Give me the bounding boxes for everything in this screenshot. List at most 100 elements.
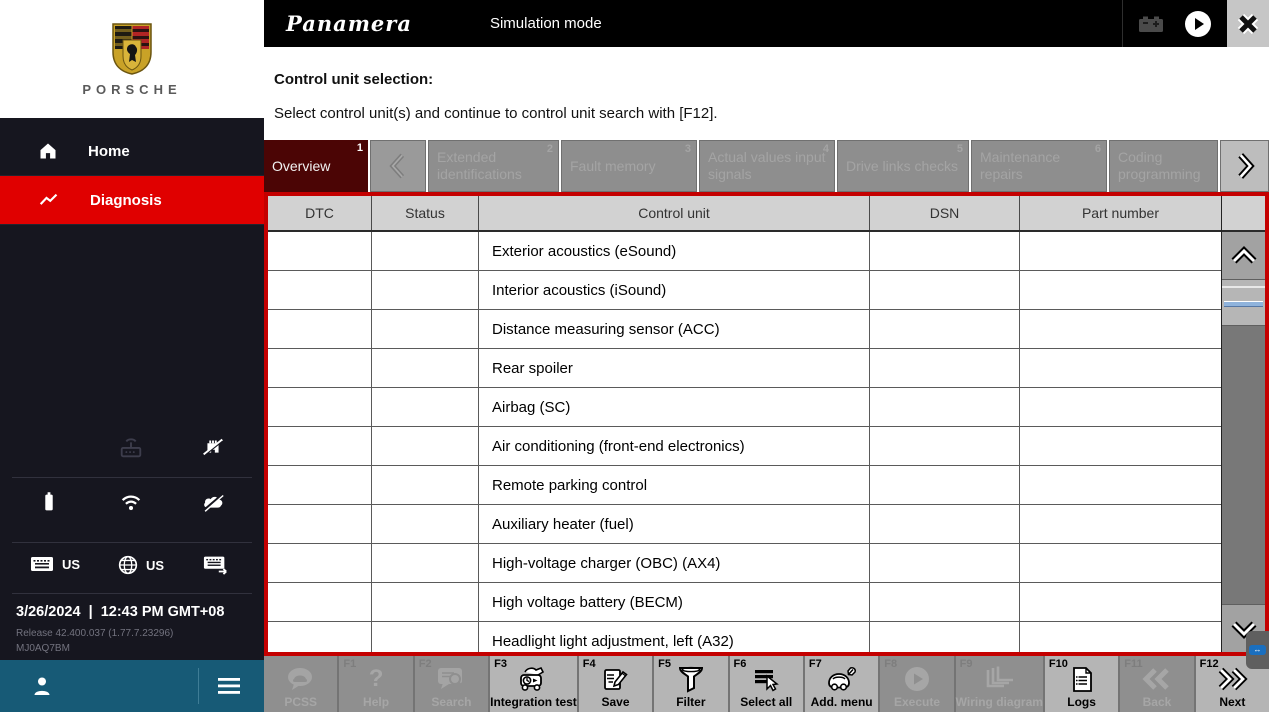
- control-unit-cell: Exterior acoustics (eSound): [479, 232, 870, 270]
- wiring-diagram-icon: [986, 666, 1014, 688]
- table-row[interactable]: Auxiliary heater (fuel): [268, 505, 1221, 544]
- ethernet-disconnected-icon: [203, 438, 223, 457]
- column-header-status: Status: [372, 196, 479, 230]
- integration-test-button[interactable]: F3 Integration test: [490, 656, 579, 712]
- scroll-up-button[interactable]: [1222, 232, 1265, 280]
- menu-icon[interactable]: [216, 676, 242, 696]
- top-bar: Panamera Simulation mode: [264, 0, 1269, 47]
- wifi-icon: [121, 495, 141, 511]
- table-row[interactable]: Distance measuring sensor (ACC): [268, 310, 1221, 349]
- execute-button: F8 Execute: [880, 656, 956, 712]
- vehicle-model-title: Panamera: [286, 11, 412, 36]
- chevron-up-icon: [1231, 245, 1256, 263]
- tab-number: 6: [1094, 143, 1101, 155]
- tabs-scroll-left-button[interactable]: [370, 140, 426, 192]
- column-header-dtc: DTC: [268, 196, 372, 230]
- play-session-icon[interactable]: [1183, 9, 1213, 39]
- control-unit-cell: Auxiliary heater (fuel): [479, 505, 870, 543]
- column-header-part-number: Part number: [1081, 205, 1160, 221]
- page-header: Control unit selection: Select control u…: [264, 47, 1269, 140]
- table-row[interactable]: Remote parking control: [268, 466, 1221, 505]
- battery-icon: [45, 492, 53, 511]
- control-unit-cell: Rear spoiler: [479, 349, 870, 387]
- double-chevron-left-icon: [1142, 668, 1169, 690]
- table-row[interactable]: Headlight light adjustment, left (A32): [268, 622, 1221, 652]
- porsche-crest-icon: [112, 22, 152, 75]
- sidebar-item-diagnosis[interactable]: Diagnosis: [0, 176, 264, 225]
- input-switch-button[interactable]: [203, 555, 237, 575]
- page-instruction: Select control unit(s) and continue to c…: [274, 105, 718, 122]
- table-row[interactable]: Rear spoiler: [268, 349, 1221, 388]
- porsche-wordmark: PORSCHE: [82, 81, 182, 97]
- control-unit-table-frame: DTC Status Control unit DSN Part number …: [264, 192, 1269, 656]
- sidebar-item-home[interactable]: Home: [0, 127, 264, 176]
- save-button[interactable]: F4 Save: [578, 656, 655, 712]
- keyboard-switch-icon: [203, 556, 227, 575]
- sidebar: PORSCHE Home Diagnosis US US 3/26/2024 |…: [0, 0, 264, 712]
- table-row[interactable]: High voltage battery (BECM): [268, 583, 1221, 622]
- table-row[interactable]: Exterior acoustics (eSound): [268, 232, 1221, 271]
- language-indicator[interactable]: US: [118, 555, 164, 575]
- remote-access-badge[interactable]: ↔: [1246, 631, 1269, 669]
- keyboard-layout-label: US: [62, 556, 81, 572]
- table-row[interactable]: Airbag (SC): [268, 388, 1221, 427]
- filter-button[interactable]: F5 Filter: [654, 656, 730, 712]
- select-all-button[interactable]: F6 Select all: [729, 656, 805, 712]
- column-header-dsn: DSN: [870, 196, 1020, 230]
- column-header-control-unit: Control unit: [479, 196, 870, 230]
- page-title: Control unit selection:: [274, 71, 434, 88]
- control-unit-cell: Interior acoustics (iSound): [479, 271, 870, 309]
- tab-number: 1: [356, 142, 363, 154]
- help-button: F1 ? Help: [339, 656, 415, 712]
- diagnosis-pulse-icon: [39, 193, 58, 205]
- scrollbar-track[interactable]: [1222, 326, 1265, 604]
- save-doc-pencil-icon: [604, 668, 629, 690]
- table-header-row: DTC Status Control unit DSN Part number: [268, 196, 1221, 232]
- chevron-right-icon: [1237, 153, 1255, 179]
- language-label: US: [146, 557, 165, 573]
- logs-doc-icon: [1072, 666, 1092, 692]
- pcss-button: PCSS: [264, 656, 340, 712]
- table-row[interactable]: High-voltage charger (OBC) (AX4): [268, 544, 1221, 583]
- tab-number: 4: [822, 143, 829, 155]
- control-unit-table: DTC Status Control unit DSN Part number …: [268, 196, 1221, 652]
- tabs-scroll-right-button[interactable]: [1220, 140, 1269, 192]
- help-icon: ?: [368, 665, 384, 692]
- tab-drive-links-checks: Drive links checks 5: [837, 140, 969, 192]
- footer-divider: [198, 668, 199, 704]
- select-all-icon: [755, 670, 780, 692]
- home-icon: [40, 143, 56, 159]
- datetime-line: 3/26/2024 | 12:43 PM GMT+08: [16, 604, 225, 620]
- table-scrollbar: [1221, 196, 1265, 652]
- play-circle-icon: [904, 667, 929, 691]
- sidebar-item-label: Home: [88, 142, 130, 160]
- double-chevron-right-icon: [1219, 667, 1248, 691]
- date-text: 3/26/2024: [16, 604, 81, 620]
- scrollbar-thumb[interactable]: [1222, 280, 1265, 326]
- table-row[interactable]: Air conditioning (front-end electronics): [268, 427, 1221, 466]
- car-menu-icon: [827, 666, 856, 691]
- sidebar-footer: [0, 660, 264, 712]
- tab-coding-programming: Coding programming: [1109, 140, 1218, 192]
- chevron-left-icon: [389, 153, 405, 179]
- close-button[interactable]: [1227, 0, 1269, 47]
- time-text: 12:43 PM GMT+08: [100, 604, 225, 620]
- additional-menu-button[interactable]: F7 Add. menu: [804, 656, 881, 712]
- keyboard-layout-indicator[interactable]: US: [30, 555, 80, 573]
- user-icon[interactable]: [30, 674, 54, 698]
- control-unit-cell: Headlight light adjustment, left (A32): [479, 622, 870, 652]
- table-row[interactable]: Interior acoustics (iSound): [268, 271, 1221, 310]
- tab-bar: Overview 1 Extended identifications 2 Fa…: [264, 140, 1269, 192]
- battery-status-icon: [1139, 16, 1163, 32]
- wiring-diagram-button: F9 Wiring diagram: [955, 656, 1045, 712]
- back-button: F11 Back: [1120, 656, 1196, 712]
- tab-actual-values: Actual values input signals 4: [699, 140, 835, 192]
- control-unit-cell: Remote parking control: [479, 466, 870, 504]
- remote-access-icon: ↔: [1249, 645, 1266, 655]
- simulation-mode-label: Simulation mode: [489, 15, 602, 32]
- tab-overview[interactable]: Overview 1: [264, 140, 368, 192]
- logs-button[interactable]: F10 Logs: [1044, 656, 1121, 712]
- control-unit-cell: Air conditioning (front-end electronics): [479, 427, 870, 465]
- control-unit-cell: Airbag (SC): [479, 388, 870, 426]
- tab-number: 2: [546, 143, 553, 155]
